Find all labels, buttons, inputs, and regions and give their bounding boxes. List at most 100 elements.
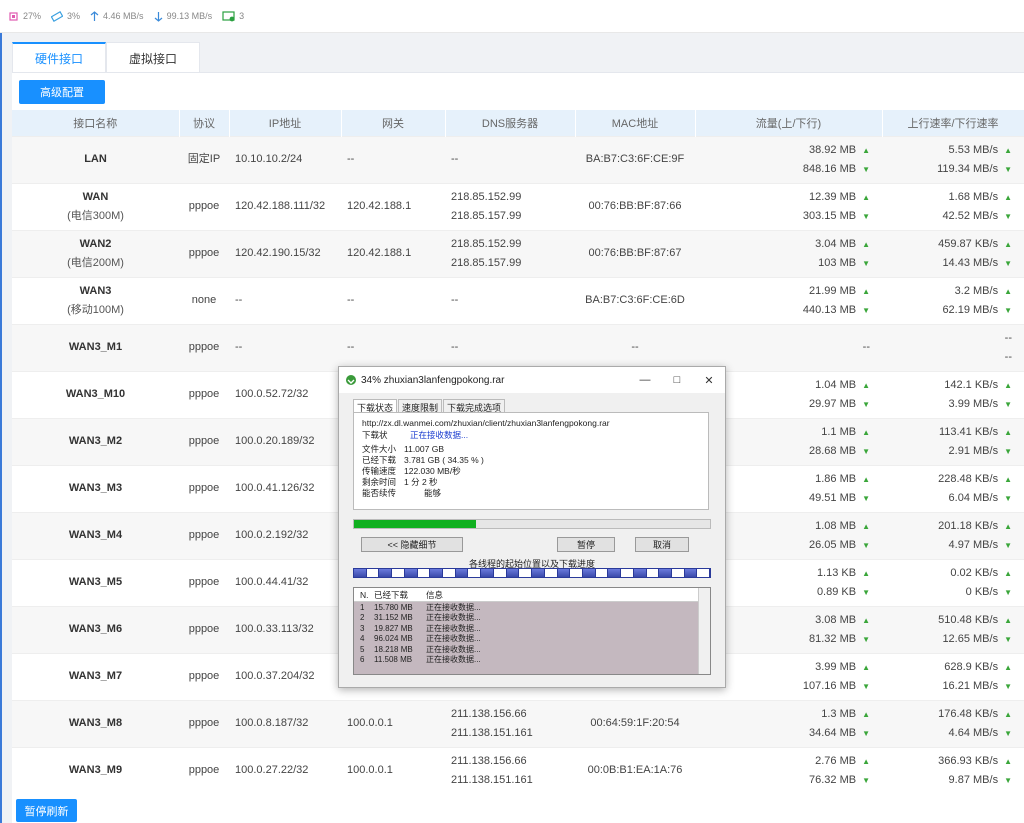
iface-rate: 1.68 MB/s ▲ 42.52 MB/s ▼ [882, 182, 1024, 230]
upload-arrow-icon [90, 10, 99, 21]
thread-row[interactable]: 2 31.152 MB 正在接收数据... [354, 613, 710, 624]
traffic-up: 2.76 MB [815, 754, 857, 767]
iface-name-cell: WAN3_M9 [12, 746, 179, 794]
thread-row[interactable]: 3 19.827 MB 正在接收数据... [354, 623, 710, 634]
iface-protocol: pppoe [179, 229, 229, 277]
iface-dns: -- [445, 135, 575, 183]
iface-traffic: 3.04 MB ▲ 103 MB ▼ [695, 229, 882, 277]
thread-downloaded: 96.024 MB [374, 634, 413, 644]
minimize-icon[interactable]: — [629, 367, 661, 393]
rate-up: 142.1 KB/s [944, 378, 999, 391]
iface-rate: 228.48 KB/s ▲ 6.04 MB/s ▼ [882, 464, 1024, 512]
download-arrow-icon [154, 11, 162, 22]
down-arrow-icon: ▼ [862, 399, 870, 409]
traffic-up: 1.13 KB [816, 566, 857, 579]
tab-virtual-interface[interactable]: 虚拟接口 [106, 42, 200, 73]
up-arrow-icon: ▲ [862, 427, 870, 437]
down-arrow-icon: ▼ [862, 775, 870, 785]
thread-n: 4 [360, 634, 365, 644]
iface-name: WAN3_M6 [68, 623, 123, 635]
down-arrow-icon: ▼ [862, 211, 870, 221]
file-size-label: 文件大小 [362, 444, 397, 454]
iface-rate: 510.48 KB/s ▲ 12.65 MB/s ▼ [882, 605, 1024, 653]
iface-protocol: pppoe [179, 746, 229, 794]
maximize-icon[interactable]: □ [661, 367, 693, 393]
thread-n: 5 [360, 644, 365, 654]
tab-hardware-interface[interactable]: 硬件接口 [12, 42, 106, 73]
pause-download-button[interactable]: 暂停 [557, 537, 615, 552]
iface-gateway: -- [341, 135, 445, 183]
advanced-config-button[interactable]: 高级配置 [19, 80, 105, 104]
up-arrow-icon: ▲ [1004, 756, 1012, 766]
traffic-up: -- [862, 341, 870, 353]
memory-stat: 3% [51, 10, 80, 22]
col-traffic: 流量(上/下行) [695, 110, 883, 136]
thread-segment [532, 569, 545, 577]
traffic-up: 1.04 MB [815, 378, 857, 391]
down-arrow-icon: ▼ [862, 258, 870, 268]
status-row: 下载状 正在接收数据... [362, 430, 700, 441]
thread-row[interactable]: 5 18.218 MB 正在接收数据... [354, 644, 710, 655]
down-arrow-icon: ▼ [1004, 728, 1012, 738]
online-value: 3 [239, 11, 245, 21]
down-arrow-icon: ▼ [1004, 446, 1012, 456]
iface-ip: 100.0.37.204/32 [229, 652, 341, 700]
dns-primary: 211.138.156.66 [451, 707, 527, 720]
status-value: 正在接收数据... [410, 430, 469, 440]
status-label: 下载状 [362, 430, 388, 440]
table-row: WAN3_M1 pppoe -- -- -- -- -- -- -- [12, 323, 1024, 371]
download-url: http://zx.dl.wanmei.com/zhuxian/client/z… [362, 418, 610, 428]
iface-name: WAN3_M1 [68, 341, 123, 353]
file-size-row: 文件大小 11.007 GB [362, 444, 700, 455]
rate-down: 4.97 MB/s [948, 538, 999, 551]
thread-row[interactable]: 1 15.780 MB 正在接收数据... [354, 602, 710, 613]
iface-dns: 218.85.152.99 218.85.157.99 [445, 182, 575, 230]
iface-protocol: pppoe [179, 605, 229, 653]
iface-ip: 100.0.41.126/32 [229, 464, 341, 512]
thread-segment [468, 569, 482, 577]
up-arrow-icon: ▲ [1004, 521, 1012, 531]
thread-segment [519, 569, 533, 577]
thread-info: 正在接收数据... [426, 655, 481, 665]
table-row: WAN3_M9 pppoe 100.0.27.22/32 100.0.0.1 211.1… [12, 746, 1024, 794]
rate-down: 6.04 MB/s [948, 491, 999, 504]
downloaded-value: 3.781 GB ( 34.35 % ) [404, 455, 484, 465]
iface-traffic: 1.3 MB ▲ 34.64 MB ▼ [695, 699, 882, 747]
thread-segment [646, 569, 660, 577]
pause-refresh-button[interactable]: 暂停刷新 [16, 799, 77, 822]
iface-protocol: pppoe [179, 182, 229, 230]
thread-list-scrollbar[interactable] [698, 588, 710, 674]
online-stat: 3 [222, 10, 245, 22]
iface-rate: 5.53 MB/s ▲ 119.34 MB/s ▼ [882, 135, 1024, 183]
cancel-download-button[interactable]: 取消 [635, 537, 689, 552]
down-arrow-icon: ▼ [862, 587, 870, 597]
iface-dns: -- [445, 276, 575, 324]
thread-segment [633, 569, 647, 577]
up-arrow-icon: ▲ [862, 568, 870, 578]
thread-segment [506, 569, 520, 577]
thread-row[interactable]: 4 96.024 MB 正在接收数据... [354, 634, 710, 645]
close-icon[interactable]: ✕ [693, 367, 725, 393]
dns-secondary: 211.138.151.161 [451, 773, 533, 786]
iface-mac: -- [575, 323, 695, 371]
up-arrow-icon: ▲ [1004, 286, 1012, 296]
traffic-up: 3.08 MB [815, 613, 857, 626]
thread-segment [697, 569, 711, 577]
down-arrow-icon: ▼ [1004, 399, 1012, 409]
thread-n: 6 [360, 655, 365, 665]
up-arrow-icon: ▲ [862, 756, 870, 766]
thread-segment [493, 569, 507, 577]
hide-details-button[interactable]: << 隐藏细节 [361, 537, 463, 552]
iface-rate: -- -- [882, 323, 1024, 371]
upload-stat: 4.46 MB/s [90, 10, 144, 22]
download-stat: 99.13 MB/s [154, 11, 212, 22]
thread-info: 正在接收数据... [426, 613, 481, 623]
download-dialog: 34% zhuxian3lanfengpokong.rar — □ ✕ 下载状态… [338, 366, 726, 688]
dns-primary: 218.85.152.99 [451, 237, 522, 250]
iface-ip: -- [229, 276, 341, 324]
iface-rate: 142.1 KB/s ▲ 3.99 MB/s ▼ [882, 370, 1024, 418]
rate-down: 12.65 MB/s [942, 632, 999, 645]
cpu-stat: 27% [8, 11, 41, 22]
download-app-icon [346, 375, 356, 385]
thread-row[interactable]: 6 11.508 MB 正在接收数据... [354, 655, 710, 666]
